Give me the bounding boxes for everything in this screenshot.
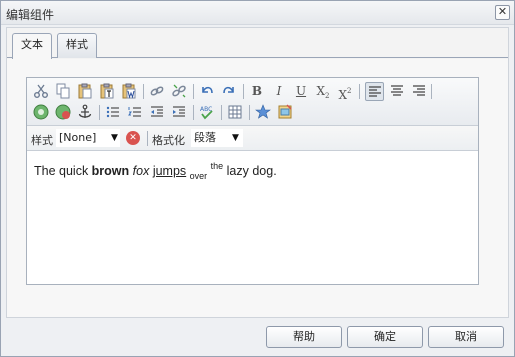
content-italic-text: fox	[132, 164, 150, 178]
editor-toolbar: B I U X2 X2 ABC	[27, 78, 478, 126]
style-select-value: [None]	[59, 131, 97, 144]
link-icon[interactable]	[149, 83, 165, 99]
ok-button[interactable]: 确定	[347, 326, 423, 348]
editor-content[interactable]: The quick brown fox jumps over the lazy …	[34, 161, 277, 181]
style-format-bar: 样式 [None] ▼ ✕ 格式化 段落 ▼	[27, 126, 478, 151]
help-button[interactable]: 帮助	[266, 326, 342, 348]
content-text: The quick	[34, 164, 92, 178]
paste-word-icon[interactable]	[121, 83, 137, 99]
align-left-icon[interactable]	[365, 82, 384, 101]
tab-strip: 文本 样式	[7, 28, 508, 59]
content-text: lazy dog.	[223, 164, 277, 178]
unlink-icon[interactable]	[171, 83, 187, 99]
indent-icon[interactable]	[171, 104, 187, 120]
remove-anchor-icon[interactable]	[55, 104, 71, 120]
superscript-icon[interactable]: X2	[337, 83, 353, 102]
paste-text-icon[interactable]	[99, 83, 115, 99]
numbered-list-icon[interactable]	[127, 104, 143, 120]
special-char-icon[interactable]	[255, 104, 271, 120]
anchor-icon[interactable]	[77, 104, 93, 120]
style-select[interactable]: [None] ▼	[56, 129, 120, 147]
format-select[interactable]: 段落 ▼	[191, 129, 243, 147]
tab-text[interactable]: 文本	[12, 33, 52, 59]
close-icon[interactable]: ✕	[495, 5, 510, 20]
outdent-icon[interactable]	[149, 104, 165, 120]
bullet-list-icon[interactable]	[105, 104, 121, 120]
dialog-body: 文本 样式 B I U X2 X2 ABC 样式 [None] ▼ ✕ 格式化 …	[6, 27, 509, 318]
dialog-titlebar[interactable]: 编辑组件 ✕	[1, 1, 514, 25]
edit-component-dialog: 编辑组件 ✕ 文本 样式 B I U X2 X2 ABC 样式 [None] ▼…	[0, 0, 515, 357]
style-label: 样式	[31, 134, 53, 147]
italic-icon[interactable]: I	[271, 83, 287, 99]
spellcheck-icon[interactable]: ABC	[199, 104, 215, 120]
bold-icon[interactable]: B	[249, 83, 265, 99]
remove-style-icon[interactable]: ✕	[126, 131, 140, 145]
dialog-footer: 帮助 确定 取消	[6, 323, 509, 356]
undo-icon[interactable]	[199, 83, 215, 99]
align-center-icon[interactable]	[389, 83, 405, 99]
format-select-value: 段落	[194, 131, 216, 144]
paste-icon[interactable]	[77, 83, 93, 99]
chevron-down-icon: ▼	[232, 133, 239, 143]
add-anchor-icon[interactable]	[33, 104, 49, 120]
align-right-icon[interactable]	[411, 83, 427, 99]
subscript-icon[interactable]: X2	[315, 83, 331, 100]
format-label: 格式化	[152, 134, 185, 147]
chevron-down-icon: ▼	[111, 133, 118, 143]
rich-text-editor: B I U X2 X2 ABC 样式 [None] ▼ ✕ 格式化 段落 ▼ T…	[26, 77, 479, 285]
redo-icon[interactable]	[221, 83, 237, 99]
underline-icon[interactable]: U	[293, 83, 309, 99]
image-icon[interactable]	[277, 104, 293, 120]
content-bold-text: brown	[91, 164, 130, 178]
table-icon[interactable]	[227, 104, 243, 120]
copy-icon[interactable]	[55, 83, 71, 99]
dialog-title: 编辑组件	[6, 8, 55, 22]
content-subscript-text: over	[189, 171, 208, 181]
content-underline-text: jumps	[152, 164, 187, 178]
content-superscript-text: the	[210, 161, 224, 171]
tab-style[interactable]: 样式	[57, 33, 97, 58]
text-tab-panel: B I U X2 X2 ABC 样式 [None] ▼ ✕ 格式化 段落 ▼ T…	[7, 59, 508, 317]
cut-icon[interactable]	[33, 83, 49, 99]
cancel-button[interactable]: 取消	[428, 326, 504, 348]
